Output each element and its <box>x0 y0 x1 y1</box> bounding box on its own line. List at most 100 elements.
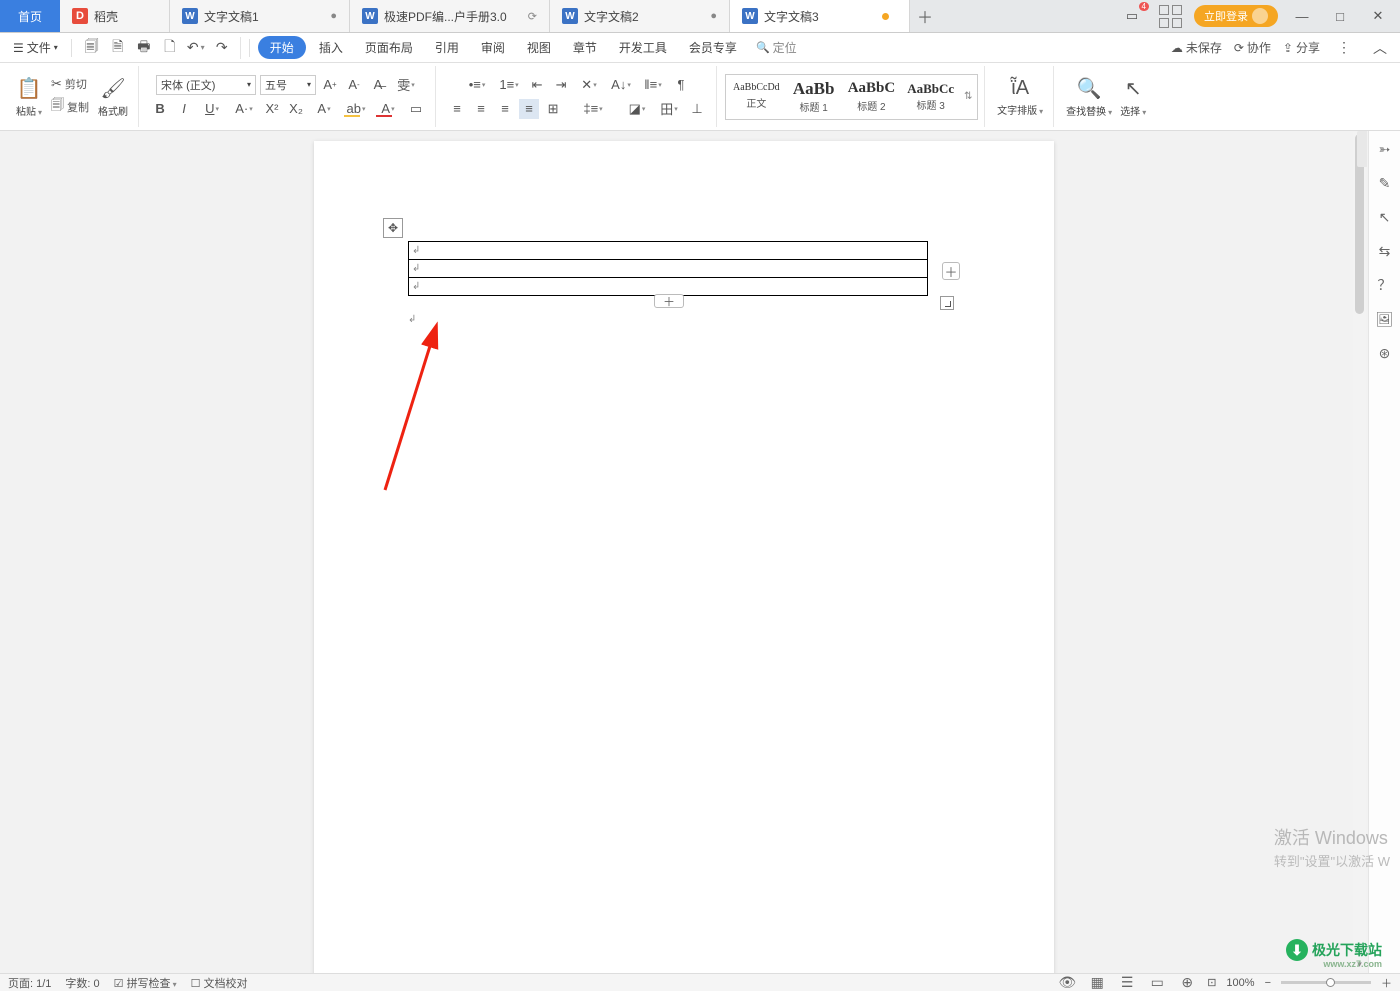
status-eye-icon[interactable]: 👁 <box>1057 973 1077 993</box>
style-more-icon[interactable]: ⇅ <box>961 91 975 102</box>
align-right-button[interactable]: ≡ <box>495 99 515 119</box>
paste-button[interactable]: 📋 粘贴 <box>12 74 46 120</box>
copy-button[interactable]: 🗐复制 <box>49 95 91 119</box>
zoom-fit-icon[interactable]: ⊡ <box>1207 976 1216 989</box>
font-color-button[interactable]: A <box>374 99 402 119</box>
table-cell[interactable]: ↲ <box>409 242 928 260</box>
zoom-out-button[interactable]: − <box>1265 977 1271 989</box>
sort-button[interactable]: A↓ <box>607 75 635 95</box>
tab-close-icon[interactable]: ● <box>710 10 717 22</box>
zoom-level[interactable]: 100% <box>1226 977 1254 989</box>
borders-button[interactable]: 田 <box>655 99 683 119</box>
align-justify-button[interactable]: ≡ <box>519 99 539 119</box>
file-menu[interactable]: ☰ 文件 ▾ <box>8 36 63 59</box>
line-spacing-button[interactable]: ‖≡ <box>639 75 667 95</box>
align-distribute-button[interactable]: ⊞ <box>543 99 563 119</box>
pencil-icon[interactable]: ✎ <box>1375 173 1395 193</box>
font-size-select[interactable]: 五号▾ <box>260 75 316 95</box>
underline-button[interactable]: U <box>198 99 226 119</box>
view-read-icon[interactable]: ⊕ <box>1177 973 1197 993</box>
grow-font-button[interactable]: A+ <box>320 75 340 95</box>
tab-stops-button[interactable]: ⊥ <box>687 99 707 119</box>
table-move-handle[interactable]: ✥ <box>383 218 403 238</box>
view-web-icon[interactable]: ▭ <box>1147 973 1167 993</box>
style-body[interactable]: AaBbCcDd 正文 <box>728 80 785 113</box>
menu-view[interactable]: 视图 <box>518 35 560 60</box>
tab-pdf[interactable]: W 极速PDF编...户手册3.0 ⟳ <box>350 0 550 32</box>
table-cell[interactable]: ↲ <box>409 260 928 278</box>
style-gallery[interactable]: AaBbCcDd 正文 AaBb 标题 1 AaBbC 标题 2 AaBbCc … <box>725 74 978 120</box>
show-marks-button[interactable]: ¶ <box>671 75 691 95</box>
image-icon[interactable]: 🖼 <box>1375 309 1395 329</box>
sidebar-handle[interactable] <box>1357 131 1367 167</box>
redo-button[interactable]: ↷ <box>210 37 234 59</box>
menu-insert[interactable]: 插入 <box>310 35 352 60</box>
menu-page-layout[interactable]: 页面布局 <box>356 35 422 60</box>
document-table[interactable]: ✥ ↲ ↲ ↲ ＋ ＋ <box>408 241 938 296</box>
menu-review[interactable]: 审阅 <box>472 35 514 60</box>
zoom-in-button[interactable]: ＋ <box>1381 975 1392 991</box>
bulb-icon[interactable]: ⊛ <box>1375 343 1395 363</box>
tab-doc2[interactable]: W 文字文稿2 ● <box>550 0 730 32</box>
number-list-button[interactable]: 1≡ <box>495 75 523 95</box>
indent-dec-button[interactable]: ⇤ <box>527 75 547 95</box>
status-spell[interactable]: ☑ 拼写检查 <box>114 975 177 991</box>
text-layout-button[interactable]: ῗA 文字排版 <box>993 75 1047 119</box>
tab-daoke[interactable]: D 稻壳 <box>60 0 170 32</box>
style-h3[interactable]: AaBbCc 标题 3 <box>902 79 959 115</box>
window-close[interactable]: ✕ <box>1364 5 1392 27</box>
save-icon[interactable]: 🗐 <box>80 37 104 59</box>
save-as-icon[interactable]: 🗎 <box>106 37 130 59</box>
tab-sync-icon[interactable]: ⟳ <box>528 10 537 23</box>
shading-button[interactable]: ◪ <box>623 99 651 119</box>
line-spacing2-button[interactable]: ‡≡ <box>579 99 607 119</box>
view-page-icon[interactable]: ▦ <box>1087 973 1107 993</box>
italic-button[interactable]: I <box>174 99 194 119</box>
bold-button[interactable]: B <box>150 99 170 119</box>
status-page[interactable]: 页面: 1/1 <box>8 975 51 991</box>
char-border-button[interactable]: ▭ <box>406 99 426 119</box>
select-button[interactable]: ↖ 选择 <box>1116 74 1150 120</box>
highlight-button[interactable]: ab <box>342 99 370 119</box>
view-outline-icon[interactable]: ☰ <box>1117 973 1137 993</box>
collapse-ribbon-icon[interactable]: ︿ <box>1368 37 1392 59</box>
tab-close-icon[interactable]: ● <box>330 10 337 22</box>
zoom-slider[interactable] <box>1281 981 1371 984</box>
indent-inc-button[interactable]: ⇥ <box>551 75 571 95</box>
style-h1[interactable]: AaBb 标题 1 <box>787 77 841 117</box>
window-maximize[interactable]: □ <box>1326 5 1354 27</box>
share-button[interactable]: ⇪分享 <box>1283 39 1320 56</box>
tab-home[interactable]: 首页 <box>0 0 60 32</box>
coop-button[interactable]: ⟳协作 <box>1234 39 1271 56</box>
menu-vip[interactable]: 会员专享 <box>680 35 746 60</box>
find-replace-button[interactable]: 🔍 查找替换 <box>1062 74 1116 120</box>
undo-button[interactable]: ↶ <box>184 37 208 59</box>
print-icon[interactable]: 🖶 <box>132 37 156 59</box>
table-resize-handle[interactable] <box>940 296 954 310</box>
format-painter-button[interactable]: 🖌 格式刷 <box>94 74 132 120</box>
print-preview-icon[interactable]: 🗋 <box>158 37 182 59</box>
subscript-button[interactable]: X₂ <box>286 99 306 119</box>
tab-doc3-active[interactable]: W 文字文稿3 <box>730 0 910 32</box>
cut-button[interactable]: ✂剪切 <box>49 75 89 93</box>
locate-search[interactable]: 🔍定位 <box>756 39 797 56</box>
status-proof[interactable]: ☐ 文档校对 <box>191 975 248 991</box>
login-button[interactable]: 立即登录 <box>1194 5 1278 27</box>
align-center-button[interactable]: ≡ <box>471 99 491 119</box>
window-minimize[interactable]: ― <box>1288 5 1316 27</box>
box-icon[interactable]: ▭4 <box>1118 5 1146 27</box>
tab-doc1[interactable]: W 文字文稿1 ● <box>170 0 350 32</box>
ear-icon[interactable]: ➳ <box>1375 139 1395 159</box>
text-direction-button[interactable]: ✕ <box>575 75 603 95</box>
more-icon[interactable]: ⋮ <box>1332 37 1356 59</box>
font-name-select[interactable]: 宋体 (正文)▾ <box>156 75 256 95</box>
add-column-button[interactable]: ＋ <box>942 262 960 280</box>
style-h2[interactable]: AaBbC 标题 2 <box>843 78 901 116</box>
settings-icon[interactable]: ⇆ <box>1375 241 1395 261</box>
menu-start[interactable]: 开始 <box>258 36 306 59</box>
shrink-font-button[interactable]: A- <box>344 75 364 95</box>
apps-icon[interactable] <box>1156 5 1184 27</box>
change-case-button[interactable]: A <box>310 99 338 119</box>
unsaved-indicator[interactable]: ☁未保存 <box>1171 39 1222 56</box>
bullet-list-button[interactable]: •≡ <box>463 75 491 95</box>
